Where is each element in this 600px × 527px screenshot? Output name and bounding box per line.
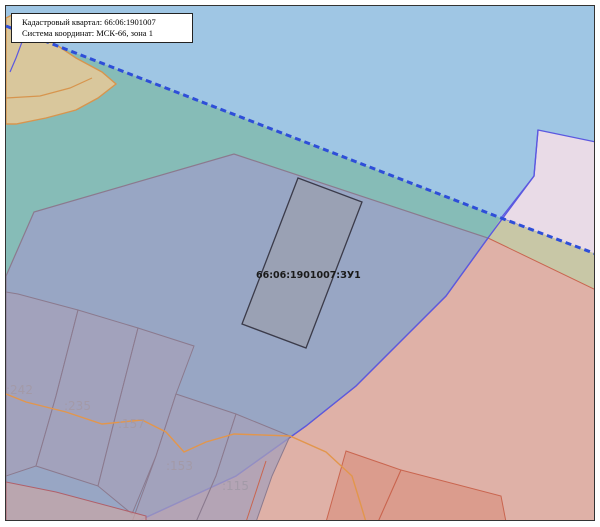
coordinate-system-text: Система координат: МСК-66, зона 1 xyxy=(22,27,153,38)
neighbor-label-235: :235 xyxy=(64,399,91,413)
map-frame[interactable]: 66:06:1901007:ЗУ1 :242 :235 :157 :153 :1… xyxy=(5,5,595,521)
map-canvas[interactable]: 66:06:1901007:ЗУ1 :242 :235 :157 :153 :1… xyxy=(6,6,595,521)
cadastral-quarter-text: Кадастровый квартал: 66:06:1901007 xyxy=(22,17,156,27)
map-info-box: Кадастровый квартал: 66:06:1901007 Систе… xyxy=(11,13,193,43)
neighbor-label-242: :242 xyxy=(6,383,33,397)
neighbor-label-115: :115 xyxy=(222,479,249,493)
neighbor-label-153: :153 xyxy=(166,459,193,473)
selected-parcel-label: 66:06:1901007:ЗУ1 xyxy=(256,270,361,281)
neighbor-label-157: :157 xyxy=(118,417,145,431)
